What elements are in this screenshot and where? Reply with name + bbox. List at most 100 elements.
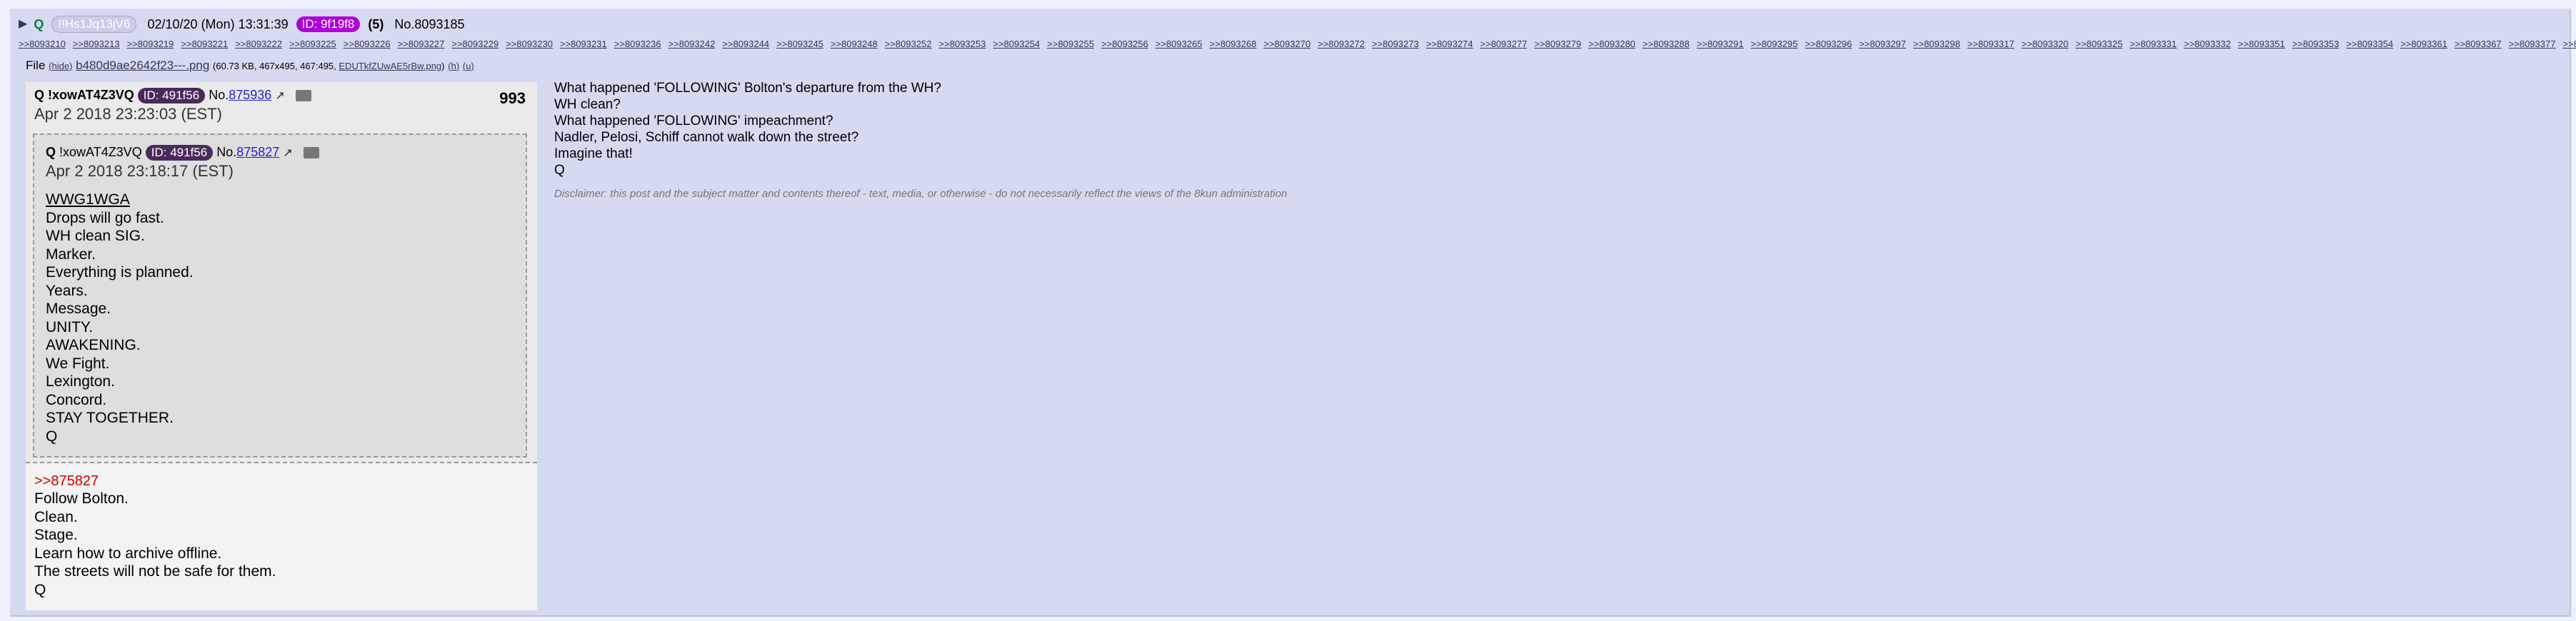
backlink[interactable]: >>8093226 bbox=[344, 39, 391, 49]
quoted-line: Years. bbox=[46, 282, 88, 299]
backlink[interactable]: >>8093213 bbox=[73, 39, 120, 49]
backlink[interactable]: >>8093295 bbox=[1751, 39, 1798, 49]
hash-link[interactable]: (h) bbox=[448, 61, 459, 71]
backlink[interactable]: >>8093331 bbox=[2130, 39, 2177, 49]
quoted-line: Message. bbox=[46, 301, 111, 317]
backlink[interactable]: >>8093268 bbox=[1210, 39, 1257, 49]
backlink[interactable]: >>8093242 bbox=[668, 39, 716, 49]
reply-line: Q bbox=[34, 581, 46, 598]
backlink[interactable]: >>8093277 bbox=[1480, 39, 1528, 49]
backlink[interactable]: >>8093280 bbox=[1588, 39, 1635, 49]
backlink[interactable]: >>8093297 bbox=[1859, 39, 1906, 49]
quoted-id-badge: ID: 491f56 bbox=[145, 145, 214, 161]
reply-line: Learn how to archive offline. bbox=[34, 545, 222, 562]
body-line: What happened 'FOLLOWING' Bolton's depar… bbox=[554, 81, 942, 96]
reply-quote-ref: >>875827 bbox=[34, 473, 99, 489]
quoted-no-prefix: No. bbox=[216, 145, 237, 159]
backlink[interactable]: >>8093361 bbox=[2400, 39, 2447, 49]
file-name-link[interactable]: b480d9ae2642f23---.png bbox=[76, 59, 209, 72]
screenshot-reply-body: >>875827 Follow Bolton. Clean. Stage. Le… bbox=[34, 473, 276, 599]
disclaimer: Disclaimer: this post and the subject ma… bbox=[554, 188, 1288, 200]
backlink[interactable]: >>8093296 bbox=[1805, 39, 1852, 49]
backlink[interactable]: >>8093291 bbox=[1697, 39, 1744, 49]
collapse-arrow-icon[interactable]: ▶ bbox=[19, 18, 27, 30]
backlink[interactable]: >>8093367 bbox=[2455, 39, 2502, 49]
backlink[interactable]: >>8093272 bbox=[1318, 39, 1365, 49]
screenshot-poster-name: Q bbox=[34, 88, 45, 102]
body-line: Imagine that! bbox=[554, 146, 633, 161]
folder-icon bbox=[295, 90, 311, 102]
quoted-post-date: Apr 2 2018 23:18:17 (EST) bbox=[46, 162, 234, 180]
quoted-line: Drops will go fast. bbox=[46, 209, 164, 226]
backlink[interactable]: >>8093274 bbox=[1426, 39, 1473, 49]
backlink[interactable]: >>8093353 bbox=[2292, 39, 2339, 49]
quoted-line: STAY TOGETHER. bbox=[46, 410, 174, 426]
body-line: Q bbox=[554, 163, 565, 178]
backlink[interactable]: >>8093221 bbox=[181, 39, 228, 49]
screenshot-post-date: Apr 2 2018 23:23:03 (EST) bbox=[34, 105, 222, 123]
unspoiler-link[interactable]: (u) bbox=[463, 61, 474, 71]
backlink[interactable]: >>8093396 bbox=[2562, 39, 2576, 49]
backlink[interactable]: >>8093317 bbox=[1968, 39, 2015, 49]
quoted-line: Concord. bbox=[46, 391, 107, 408]
backlink[interactable]: >>8093273 bbox=[1372, 39, 1419, 49]
quoted-line: Lexington. bbox=[46, 373, 115, 390]
reply-line: Clean. bbox=[34, 508, 78, 525]
backlink[interactable]: >>8093255 bbox=[1047, 39, 1094, 49]
post-number-link[interactable]: No.8093185 bbox=[394, 17, 464, 31]
post-header: ▶ Q !!Hs1Jq13jV6 02/10/20 (Mon) 13:31:39… bbox=[19, 14, 2576, 54]
screenshot-post-meta: Q !xowAT4Z3VQ ID: 491f56 No.875936 ↗ bbox=[34, 88, 311, 104]
reply-line: Follow Bolton. bbox=[34, 490, 129, 507]
quoted-line: Everything is planned. bbox=[46, 264, 194, 281]
backlink[interactable]: >>8093219 bbox=[127, 39, 174, 49]
backlink[interactable]: >>8093298 bbox=[1913, 39, 1960, 49]
folder-icon bbox=[303, 147, 319, 159]
backlink[interactable]: >>8093252 bbox=[885, 39, 932, 49]
screenshot-post-number: 875936 bbox=[229, 88, 272, 102]
backlink[interactable]: >>8093332 bbox=[2184, 39, 2231, 49]
backlink[interactable]: >>8093325 bbox=[2075, 39, 2123, 49]
screenshot-quoted-post: Q !xowAT4Z3VQ ID: 491f56 No.875827 ↗ Apr… bbox=[33, 133, 527, 458]
body-line: Nadler, Pelosi, Schiff cannot walk down … bbox=[554, 130, 859, 145]
backlink[interactable]: >>8093256 bbox=[1101, 39, 1148, 49]
backlink[interactable]: >>8093354 bbox=[2346, 39, 2393, 49]
backlink[interactable]: >>8093320 bbox=[2021, 39, 2068, 49]
backlink[interactable]: >>8093244 bbox=[722, 39, 769, 49]
quoted-line: AWAKENING. bbox=[46, 337, 141, 353]
post-container: ▶ Q !!Hs1Jq13jV6 02/10/20 (Mon) 13:31:39… bbox=[10, 9, 2576, 617]
backlink[interactable]: >>8093377 bbox=[2509, 39, 2556, 49]
backlink[interactable]: >>8093210 bbox=[19, 39, 66, 49]
poster-post-count: (5) bbox=[368, 17, 384, 32]
poster-id-badge[interactable]: ID: 9f19f8 bbox=[296, 16, 361, 33]
post-body: What happened 'FOLLOWING' Bolton's depar… bbox=[554, 80, 2568, 202]
backlink[interactable]: >>8093265 bbox=[1156, 39, 1203, 49]
tripcode: !!Hs1Jq13jV6 bbox=[51, 16, 137, 34]
file-meta-end: ) bbox=[441, 61, 445, 71]
backlink[interactable]: >>8093248 bbox=[831, 39, 878, 49]
backlink[interactable]: >>8093245 bbox=[776, 39, 823, 49]
backlink[interactable]: >>8093222 bbox=[235, 39, 282, 49]
backlink[interactable]: >>8093225 bbox=[289, 39, 336, 49]
reply-line: Stage. bbox=[34, 527, 78, 543]
poster-name: Q bbox=[34, 17, 44, 32]
original-filename-link[interactable]: EDUTkfZUwAE5rBw.png bbox=[339, 61, 441, 71]
post-image[interactable]: Q !xowAT4Z3VQ ID: 491f56 No.875936 ↗ Apr… bbox=[26, 82, 537, 610]
backlink[interactable]: >>8093231 bbox=[560, 39, 607, 49]
backlink[interactable]: >>8093351 bbox=[2238, 39, 2285, 49]
quoted-line: Marker. bbox=[46, 246, 96, 263]
backlink[interactable]: >>8093288 bbox=[1643, 39, 1690, 49]
backlink[interactable]: >>8093230 bbox=[506, 39, 553, 49]
backlink[interactable]: >>8093229 bbox=[451, 39, 498, 49]
backlink[interactable]: >>8093253 bbox=[939, 39, 986, 49]
backlink[interactable]: >>8093270 bbox=[1263, 39, 1310, 49]
backlink[interactable]: >>8093236 bbox=[614, 39, 661, 49]
post-datetime: 02/10/20 (Mon) 13:31:39 bbox=[147, 17, 289, 32]
backlink[interactable]: >>8093254 bbox=[993, 39, 1040, 49]
external-link-icon: ↗ bbox=[283, 147, 293, 159]
backlink[interactable]: >>8093279 bbox=[1534, 39, 1581, 49]
hide-file-link[interactable]: (hide) bbox=[49, 61, 72, 71]
backlink[interactable]: >>8093227 bbox=[398, 39, 445, 49]
quoted-post-body: WWG1WGA Drops will go fast. WH clean SIG… bbox=[46, 191, 194, 445]
quoted-line: We Fight. bbox=[46, 355, 110, 372]
file-meta: (60.73 KB, 467x495, 467:495, bbox=[213, 61, 339, 71]
